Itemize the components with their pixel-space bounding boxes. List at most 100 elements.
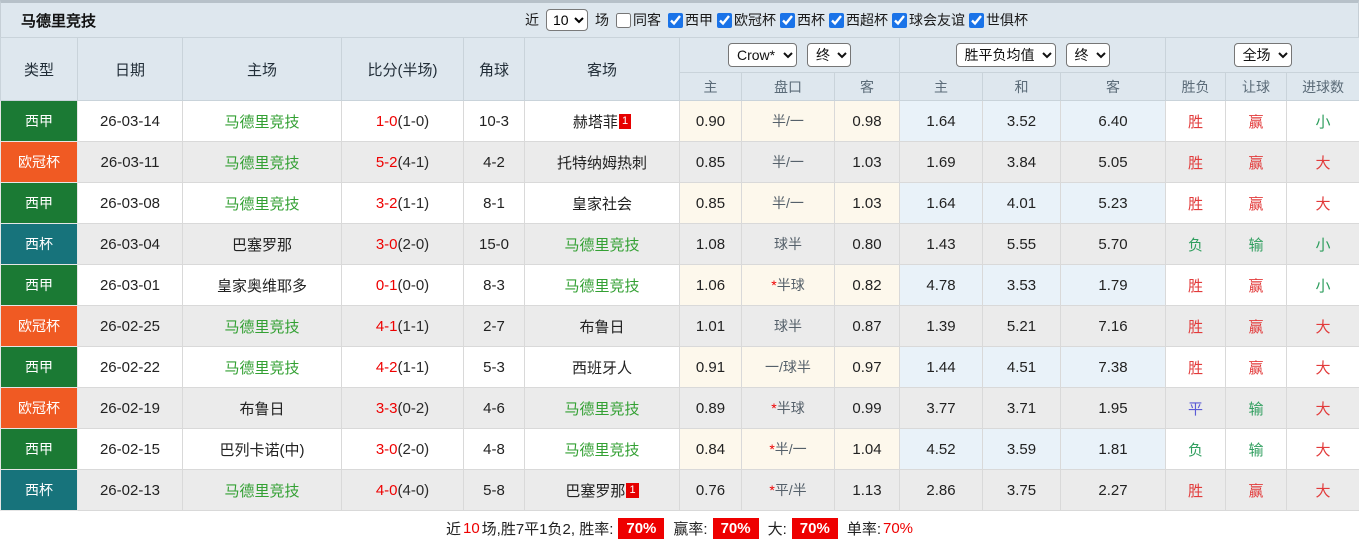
result-handicap-cell: 赢	[1225, 264, 1288, 306]
league-checkbox[interactable]	[717, 12, 732, 28]
match-row: 西杯 26-03-04 巴塞罗那 3-0(2-0) 15-0 马德里竞技 1.08 球半 0.8…	[0, 223, 1359, 265]
match-date-cell: 26-03-04	[77, 223, 183, 265]
result-goals-cell: 大	[1286, 469, 1359, 511]
home-team-cell: 马德里竞技	[182, 469, 342, 511]
result-handicap-cell: 赢	[1225, 469, 1288, 511]
match-row: 西甲 26-03-08 马德里竞技 3-2(1-1) 8-1 皇家社会 0.85 半/一 1.0…	[0, 182, 1359, 224]
avg-draw-odds-cell: 3.53	[982, 264, 1062, 306]
avg-draw-odds-cell: 3.52	[982, 100, 1062, 142]
corner-count-cell: 8-3	[463, 264, 525, 306]
league-checkbox[interactable]	[892, 12, 907, 28]
crow-away-odds-cell: 0.99	[833, 387, 901, 429]
league-type-cell: 西甲	[0, 100, 78, 142]
result-scope-group: 全场	[1165, 37, 1359, 73]
handicap-star: *	[769, 441, 775, 457]
avg-draw-odds-cell: 3.59	[982, 428, 1062, 470]
same-venue-filter[interactable]: 同客	[616, 10, 661, 30]
odds-company-select[interactable]: Crow*	[728, 43, 797, 67]
crow-home-odds-cell: 1.06	[679, 264, 742, 306]
red-card-badge: 1	[618, 113, 632, 129]
avg-period-select[interactable]: 终	[1065, 43, 1110, 67]
league-filter-label: 世俱杯	[986, 12, 1028, 28]
away-team-cell: 布鲁日	[524, 305, 680, 347]
match-date-cell: 26-02-22	[77, 346, 183, 388]
league-checkbox[interactable]	[780, 12, 795, 28]
near-label: 近	[445, 520, 461, 538]
avg-away-odds-cell: 2.27	[1060, 469, 1167, 511]
league-checkbox[interactable]	[668, 12, 683, 28]
subcol-crow-away: 客	[833, 72, 901, 101]
odds-period-select[interactable]: 终	[807, 43, 851, 67]
league-filter-label: 球会友谊	[909, 12, 965, 28]
away-team-cell: 马德里竞技	[524, 223, 680, 265]
league-filter[interactable]: 西超杯	[829, 10, 888, 30]
avg-away-odds-cell: 1.79	[1060, 264, 1167, 306]
crow-home-odds-cell: 0.85	[679, 141, 742, 183]
avg-away-odds-cell: 5.05	[1060, 141, 1167, 183]
corner-count-cell: 8-1	[463, 182, 525, 224]
avg-away-odds-cell: 5.23	[1060, 182, 1167, 224]
league-type-cell: 欧冠杯	[0, 387, 78, 429]
result-handicap-cell: 赢	[1225, 141, 1288, 183]
recent-count-select[interactable]: 10	[546, 9, 588, 31]
away-team-cell: 马德里竞技	[524, 428, 680, 470]
crow-handicap-cell: 半/一	[741, 182, 835, 224]
crow-away-odds-cell: 1.03	[833, 141, 901, 183]
home-team-cell: 马德里竞技	[182, 100, 342, 142]
subcol-crow-home: 主	[679, 72, 742, 101]
result-outcome-cell: 胜	[1165, 141, 1227, 183]
match-date-cell: 26-02-19	[77, 387, 183, 429]
result-handicap-cell: 输	[1225, 387, 1288, 429]
league-filter[interactable]: 球会友谊	[892, 10, 965, 30]
team-title: 马德里竞技	[21, 12, 97, 30]
avg-home-odds-cell: 1.64	[899, 182, 984, 224]
avg-draw-odds-cell: 3.84	[982, 141, 1062, 183]
match-date-cell: 26-03-14	[77, 100, 183, 142]
big-rate-badge: 70%	[791, 517, 838, 539]
home-team-cell: 马德里竞技	[182, 305, 342, 347]
crow-home-odds-cell: 0.84	[679, 428, 742, 470]
halftime-score: (1-1)	[397, 358, 430, 376]
fulltime-score: 3-3	[375, 399, 398, 417]
fulltime-score: 4-0	[375, 481, 398, 499]
result-scope-select[interactable]: 全场	[1233, 43, 1292, 67]
crow-away-odds-cell: 0.82	[833, 264, 901, 306]
crow-home-odds-cell: 1.01	[679, 305, 742, 347]
match-row: 欧冠杯 26-02-25 马德里竞技 4-1(1-1) 2-7 布鲁日 1.01 球半 0.87…	[0, 305, 1359, 347]
result-goals-cell: 大	[1286, 305, 1359, 347]
avg-draw-odds-cell: 4.01	[982, 182, 1062, 224]
header-group-row: 类型 日期 主场 比分(半场) 角球 客场 Crow* 终 胜平负均值 终 全场	[0, 37, 1359, 101]
away-team-cell: 赫塔菲 1	[524, 100, 680, 142]
home-team-cell: 皇家奥维耶多	[182, 264, 342, 306]
league-type-cell: 欧冠杯	[0, 141, 78, 183]
league-filter[interactable]: 欧冠杯	[717, 10, 776, 30]
result-outcome-cell: 胜	[1165, 305, 1227, 347]
result-handicap-cell: 赢	[1225, 346, 1288, 388]
crow-handicap-cell: *半球	[741, 264, 835, 306]
avg-odds-select[interactable]: 胜平负均值	[955, 43, 1056, 67]
home-team-cell: 巴塞罗那	[182, 223, 342, 265]
avg-away-odds-cell: 7.38	[1060, 346, 1167, 388]
away-team-cell: 巴塞罗那 1	[524, 469, 680, 511]
crow-handicap-cell: 球半	[741, 223, 835, 265]
subcol-handicap-result: 让球	[1225, 72, 1288, 101]
league-filter[interactable]: 西甲	[668, 10, 713, 30]
fulltime-score: 4-1	[375, 317, 398, 335]
filter-bar: 近 10 场 同客 西甲 欧冠杯 西杯 西超杯 球会友谊 世俱杯	[525, 9, 1028, 31]
match-row: 西杯 26-02-13 马德里竞技 4-0(4-0) 5-8 巴塞罗那 1 0.76 *平/半 1…	[0, 469, 1359, 511]
league-filter[interactable]: 西杯	[780, 10, 825, 30]
subcol-goals: 进球数	[1286, 72, 1359, 101]
crow-home-odds-cell: 0.85	[679, 182, 742, 224]
score-cell: 0-1(0-0)	[341, 264, 464, 306]
result-outcome-cell: 胜	[1165, 469, 1227, 511]
col-away: 客场	[524, 37, 680, 101]
same-venue-checkbox[interactable]	[616, 12, 631, 28]
league-filter-label: 西甲	[685, 12, 713, 28]
league-checkbox[interactable]	[969, 12, 984, 28]
league-checkbox[interactable]	[829, 12, 844, 28]
score-cell: 3-2(1-1)	[341, 182, 464, 224]
crow-handicap-cell: 球半	[741, 305, 835, 347]
league-filter[interactable]: 世俱杯	[969, 10, 1028, 30]
result-handicap-cell: 赢	[1225, 100, 1288, 142]
crow-handicap-cell: 半/一	[741, 141, 835, 183]
